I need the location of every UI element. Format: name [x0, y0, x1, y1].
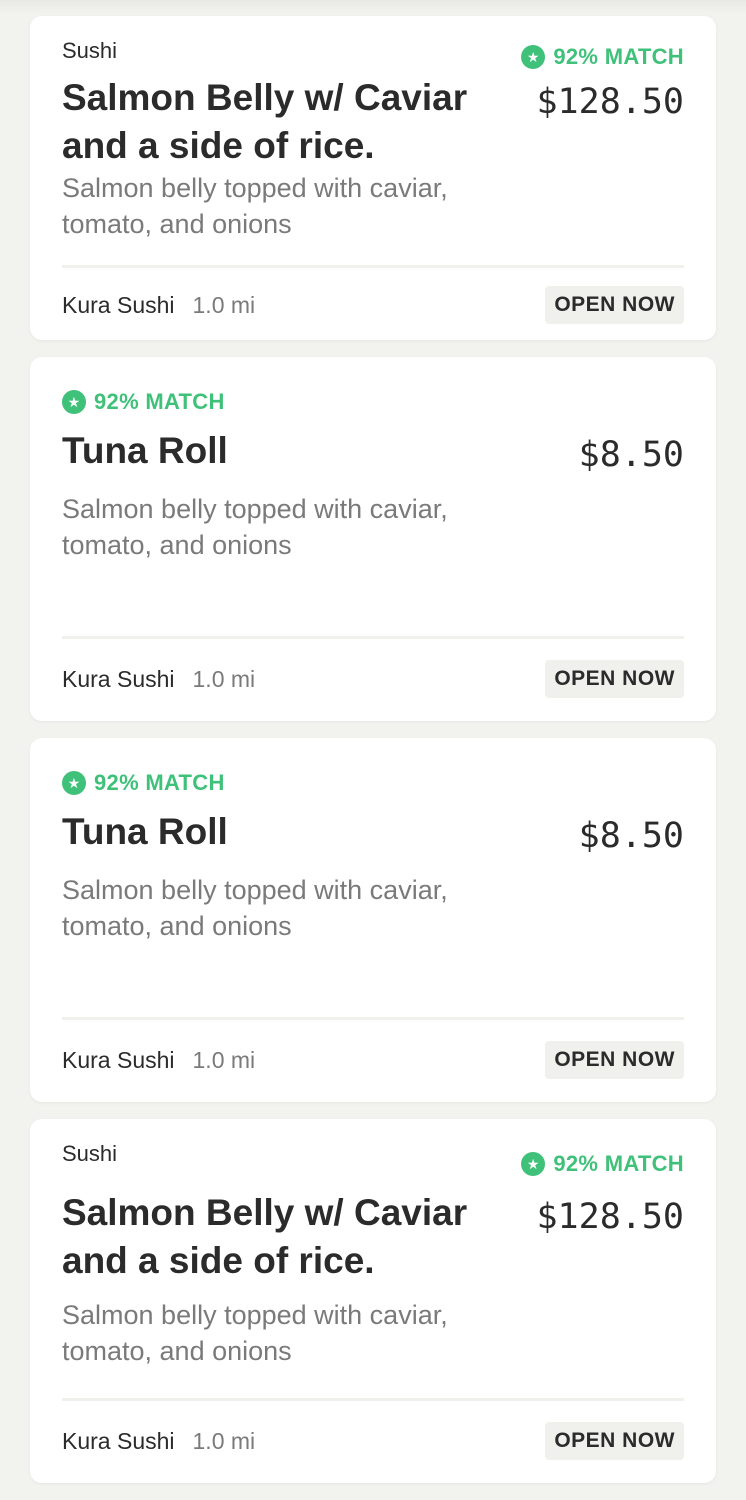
- card-footer: Kura Sushi 1.0 mi OPEN NOW: [62, 286, 684, 324]
- dish-title[interactable]: Salmon Belly w/ Caviar and a side of ric…: [62, 74, 502, 170]
- dish-description: Salmon belly topped with caviar, tomato,…: [62, 875, 448, 941]
- restaurant-distance: 1.0 mi: [192, 291, 256, 318]
- restaurant-name[interactable]: Kura Sushi: [62, 666, 175, 693]
- card-footer: Kura Sushi 1.0 mi OPEN NOW: [62, 659, 684, 699]
- dish-card[interactable]: ★ 92% MATCH Tuna Roll $8.50 Salmon belly…: [30, 738, 716, 1102]
- restaurant-info: Kura Sushi 1.0 mi: [62, 666, 255, 693]
- dish-card[interactable]: Sushi ★ 92% MATCH Salmon Belly w/ Caviar…: [30, 1119, 716, 1483]
- match-badge: ★ 92% MATCH: [521, 44, 684, 70]
- match-label: 92% MATCH: [94, 389, 225, 414]
- dish-category: Sushi: [62, 38, 118, 63]
- status-badge: OPEN NOW: [545, 1422, 684, 1460]
- match-label: 92% MATCH: [94, 770, 225, 795]
- header-shadow: [0, 0, 746, 14]
- dish-description: Salmon belly topped with caviar, tomato,…: [62, 1300, 448, 1366]
- divider: [62, 636, 684, 639]
- star-icon: ★: [62, 771, 86, 795]
- restaurant-name[interactable]: Kura Sushi: [62, 292, 175, 319]
- dish-card[interactable]: Sushi ★ 92% MATCH Salmon Belly w/ Caviar…: [30, 16, 716, 340]
- match-label: 92% MATCH: [553, 44, 684, 69]
- match-badge: ★ 92% MATCH: [62, 770, 225, 796]
- dish-price: $8.50: [578, 816, 684, 856]
- star-icon: ★: [521, 45, 546, 69]
- restaurant-info: Kura Sushi 1.0 mi: [62, 1428, 255, 1455]
- restaurant-distance: 1.0 mi: [192, 1427, 256, 1454]
- match-badge: ★ 92% MATCH: [521, 1151, 684, 1177]
- dish-description: Salmon belly topped with caviar, tomato,…: [62, 494, 448, 560]
- divider: [62, 1017, 684, 1020]
- dish-title[interactable]: Tuna Roll: [62, 808, 502, 856]
- star-icon: ★: [521, 1152, 546, 1176]
- status-badge: OPEN NOW: [545, 660, 684, 698]
- dish-description: Salmon belly topped with caviar, tomato,…: [62, 173, 448, 239]
- dish-title[interactable]: Salmon Belly w/ Caviar and a side of ric…: [62, 1189, 502, 1285]
- dish-category: Sushi: [62, 1141, 118, 1166]
- match-badge: ★ 92% MATCH: [62, 389, 225, 415]
- results-list: Sushi ★ 92% MATCH Salmon Belly w/ Caviar…: [30, 16, 716, 1500]
- dish-price: $128.50: [536, 82, 684, 122]
- restaurant-name[interactable]: Kura Sushi: [62, 1047, 175, 1074]
- divider: [62, 265, 684, 268]
- card-footer: Kura Sushi 1.0 mi OPEN NOW: [62, 1421, 684, 1461]
- match-label: 92% MATCH: [553, 1151, 684, 1176]
- restaurant-info: Kura Sushi 1.0 mi: [62, 292, 255, 319]
- dish-price: $8.50: [578, 435, 684, 475]
- card-footer: Kura Sushi 1.0 mi OPEN NOW: [62, 1040, 684, 1080]
- status-badge: OPEN NOW: [545, 1041, 684, 1079]
- restaurant-info: Kura Sushi 1.0 mi: [62, 1047, 255, 1074]
- restaurant-distance: 1.0 mi: [192, 1046, 256, 1073]
- divider: [62, 1398, 684, 1401]
- dish-card[interactable]: ★ 92% MATCH Tuna Roll $8.50 Salmon belly…: [30, 357, 716, 721]
- star-icon: ★: [62, 390, 86, 414]
- restaurant-distance: 1.0 mi: [192, 665, 256, 692]
- status-badge: OPEN NOW: [545, 286, 684, 324]
- dish-price: $128.50: [536, 1197, 684, 1237]
- dish-title[interactable]: Tuna Roll: [62, 427, 502, 475]
- restaurant-name[interactable]: Kura Sushi: [62, 1428, 175, 1455]
